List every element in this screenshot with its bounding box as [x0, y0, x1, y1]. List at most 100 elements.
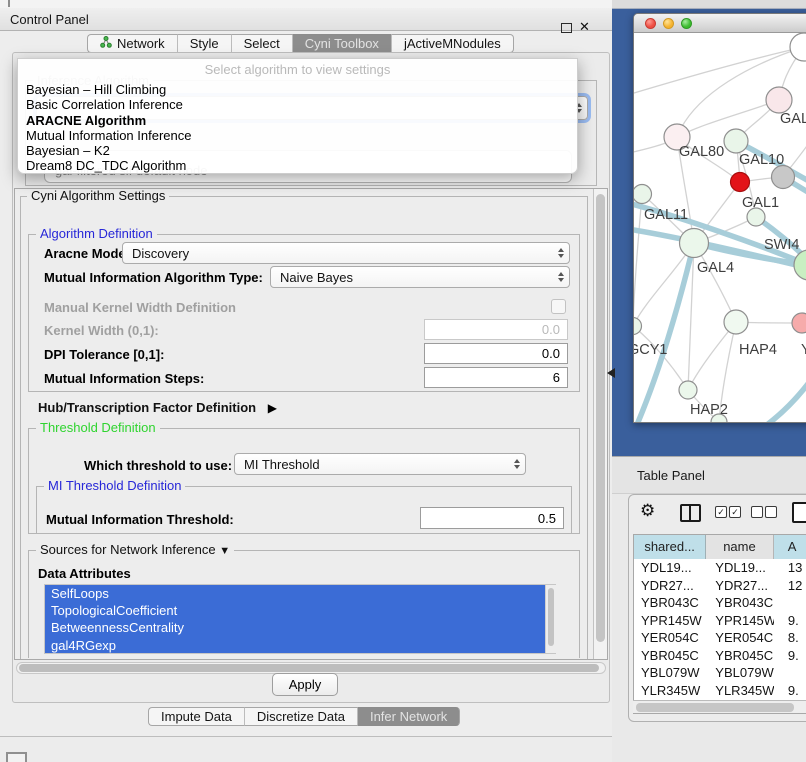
network-edge [764, 373, 806, 423]
network-node-gal10[interactable] [724, 129, 748, 153]
network-node-hap4[interactable] [724, 310, 748, 334]
table-row[interactable]: YBL079WYBL079W [634, 664, 806, 682]
network-window[interactable]: GALGAL80GAL10GAL1GAL11SWI4GAL4GCY1HAP4YH… [633, 13, 806, 423]
minimize-traffic-light-icon[interactable] [663, 18, 674, 29]
checked-checkbox-icon[interactable]: ✓ [715, 506, 727, 518]
attribute-list-item[interactable]: TopologicalCoefficient [45, 602, 555, 619]
network-icon [100, 36, 112, 51]
apply-button[interactable]: Apply [272, 673, 338, 696]
table-cell: YPR145W [706, 612, 774, 630]
table-cell: 8. [774, 629, 806, 647]
table-row[interactable]: YLR345WYLR345W9. [634, 682, 806, 700]
attribute-list-item[interactable]: BetweennessCentrality [45, 619, 555, 636]
mi-threshold-field[interactable]: 0.5 [420, 507, 564, 529]
mi-type-value: Naive Bayes [280, 270, 353, 285]
unchecked-checkbox-icon[interactable] [751, 506, 763, 518]
mi-threshold-definition-title: MI Threshold Definition [44, 479, 185, 493]
table-cell: 9. [774, 682, 806, 700]
hub-definition-expander[interactable]: Hub/Transcription Factor Definition ▶ [38, 400, 277, 415]
manual-kernel-checkbox[interactable] [551, 299, 566, 314]
scrollbar-thumb[interactable] [548, 588, 554, 646]
float-window-icon[interactable] [561, 23, 572, 33]
attribute-list-item[interactable]: SelfLoops [45, 585, 555, 602]
mi-steps-field[interactable]: 6 [424, 367, 568, 388]
column-header-shared-name[interactable]: shared... [634, 535, 706, 559]
algorithm-option[interactable]: Mutual Information Inference [18, 128, 577, 143]
network-node[interactable] [772, 166, 795, 189]
tab-infer-network[interactable]: Infer Network [357, 707, 460, 726]
node-label: GAL1 [742, 195, 779, 211]
attribute-list-item[interactable]: gal4RGexp [45, 637, 555, 654]
split-columns-icon[interactable] [680, 504, 701, 522]
attribute-list-scrollbar[interactable] [545, 585, 556, 653]
network-canvas[interactable]: GALGAL80GAL10GAL1GAL11SWI4GAL4GCY1HAP4YH… [634, 33, 806, 423]
network-node-y[interactable] [792, 313, 806, 333]
tab-cyni-toolbox[interactable]: Cyni Toolbox [292, 34, 391, 53]
kernel-width-field[interactable]: 0.0 [424, 319, 568, 340]
network-node[interactable] [790, 33, 806, 61]
column-header-name[interactable]: name [706, 535, 773, 559]
which-threshold-label: Which threshold to use: [84, 458, 232, 473]
mi-type-combobox[interactable]: Naive Bayes [270, 266, 570, 288]
tab-impute-data[interactable]: Impute Data [148, 707, 244, 726]
splitpane-collapse-arrow[interactable] [607, 368, 615, 378]
scrollbar-thumb[interactable] [636, 703, 794, 712]
checked-checkbox-icon[interactable]: ✓ [729, 506, 741, 518]
dpi-tolerance-value: 0.0 [542, 346, 560, 361]
unchecked-checkbox-icon[interactable] [765, 506, 777, 518]
mi-threshold-value: 0.5 [538, 511, 556, 526]
node-label: SWI4 [764, 237, 799, 253]
network-node-gal[interactable] [766, 87, 792, 113]
column-header-partial[interactable]: A [774, 535, 806, 559]
table-horizontal-scrollbar[interactable] [633, 700, 806, 713]
algorithm-option[interactable]: Dream8 DC_TDC Algorithm [18, 158, 577, 173]
which-threshold-combobox[interactable]: MI Threshold [234, 453, 526, 475]
table-row[interactable]: YBR043CYBR043C [634, 594, 806, 612]
tab-select[interactable]: Select [231, 34, 292, 53]
table-row[interactable]: YPR145WYPR145W9. [634, 612, 806, 630]
node-label: GAL80 [679, 144, 724, 160]
mi-steps-value: 6 [553, 370, 560, 385]
table-row[interactable]: YDR27...YDR27...12 [634, 577, 806, 595]
scrollbar-thumb[interactable] [19, 664, 599, 672]
network-node-gal4[interactable] [680, 229, 709, 258]
gear-icon[interactable]: ⚙ [640, 501, 655, 521]
network-node-hap2[interactable] [679, 381, 697, 399]
network-edge [634, 194, 642, 326]
table-row[interactable]: YBR045CYBR045C9. [634, 647, 806, 665]
tab-discretize-data[interactable]: Discretize Data [244, 707, 357, 726]
sources-group-title[interactable]: Sources for Network Inference ▼ [36, 543, 234, 558]
tab-style[interactable]: Style [177, 34, 231, 53]
scrollbar-thumb[interactable] [596, 194, 605, 642]
table-cell: 9. [774, 647, 806, 665]
network-node[interactable] [794, 250, 806, 280]
algorithm-option[interactable]: Bayesian – Hill Climbing [18, 82, 577, 97]
algorithm-option[interactable]: ARACNE Algorithm [18, 113, 577, 128]
zoom-traffic-light-icon[interactable] [681, 18, 692, 29]
tab-network[interactable]: Network [87, 34, 177, 53]
close-icon[interactable]: ✕ [579, 19, 590, 35]
table-row[interactable]: YDL19...YDL19...13 [634, 559, 806, 577]
node-label: Y [801, 342, 806, 358]
tab-label: jActiveMNodules [404, 36, 501, 51]
network-node-gal1[interactable] [731, 173, 750, 192]
table-cell: 12 [774, 577, 806, 595]
tab-jactivemnodules[interactable]: jActiveMNodules [391, 34, 514, 53]
network-window-titlebar[interactable] [634, 14, 806, 33]
table-cell [774, 664, 806, 682]
collapsed-panel-icon[interactable] [6, 752, 27, 762]
right-region: GALGAL80GAL10GAL1GAL11SWI4GAL4GCY1HAP4YH… [612, 0, 806, 762]
data-attributes-list[interactable]: SelfLoopsTopologicalCoefficientBetweenne… [44, 584, 556, 654]
dpi-tolerance-field[interactable]: 0.0 [424, 343, 568, 364]
aracne-mode-combobox[interactable]: Discovery [122, 242, 570, 264]
expand-arrow-icon: ▶ [268, 401, 277, 415]
settings-vertical-scrollbar[interactable] [593, 189, 607, 659]
document-icon[interactable] [792, 502, 806, 523]
top-tick [8, 0, 10, 7]
table-row[interactable]: YER054CYER054C8. [634, 629, 806, 647]
table-cell: YDL19... [634, 559, 706, 577]
network-node-gal11[interactable] [634, 185, 652, 204]
algorithm-option[interactable]: Bayesian – K2 [18, 143, 577, 158]
close-traffic-light-icon[interactable] [645, 18, 656, 29]
algorithm-option[interactable]: Basic Correlation Inference [18, 97, 577, 112]
